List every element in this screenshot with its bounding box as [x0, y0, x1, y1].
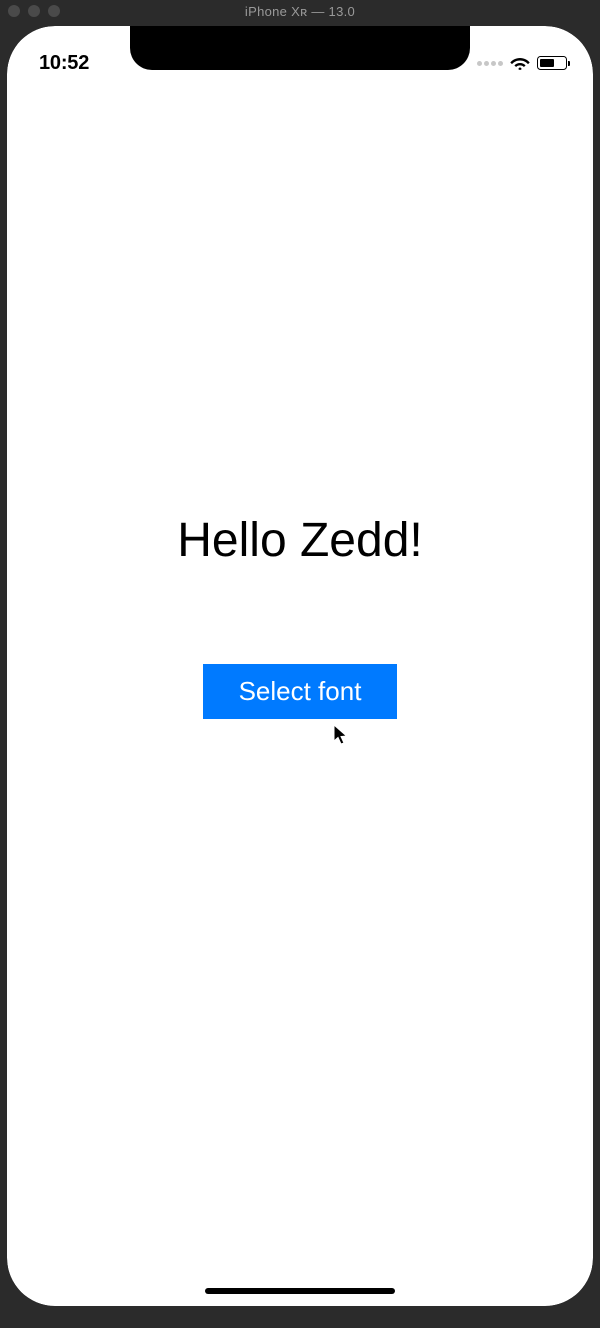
mac-window-titlebar: iPhone Xʀ — 13.0 [0, 0, 600, 22]
zoom-window-button[interactable] [48, 5, 60, 17]
close-window-button[interactable] [8, 5, 20, 17]
device-screen: 10:52 Hello Zedd! Select font [7, 26, 593, 1306]
wifi-icon [510, 56, 530, 70]
battery-level [540, 59, 554, 67]
select-font-button[interactable]: Select font [203, 664, 398, 719]
hello-label: Hello Zedd! [177, 513, 422, 568]
simulator-device-frame: 10:52 Hello Zedd! Select font [7, 26, 593, 1306]
traffic-light-buttons[interactable] [8, 5, 60, 17]
window-title: iPhone Xʀ — 13.0 [245, 4, 355, 19]
status-bar-time: 10:52 [39, 52, 89, 75]
cellular-signal-icon [477, 61, 503, 66]
minimize-window-button[interactable] [28, 5, 40, 17]
status-bar-right [477, 56, 567, 70]
home-indicator[interactable] [205, 1288, 395, 1294]
app-main-content: Hello Zedd! Select font [7, 26, 593, 1306]
device-notch [130, 26, 470, 70]
battery-icon [537, 56, 567, 70]
